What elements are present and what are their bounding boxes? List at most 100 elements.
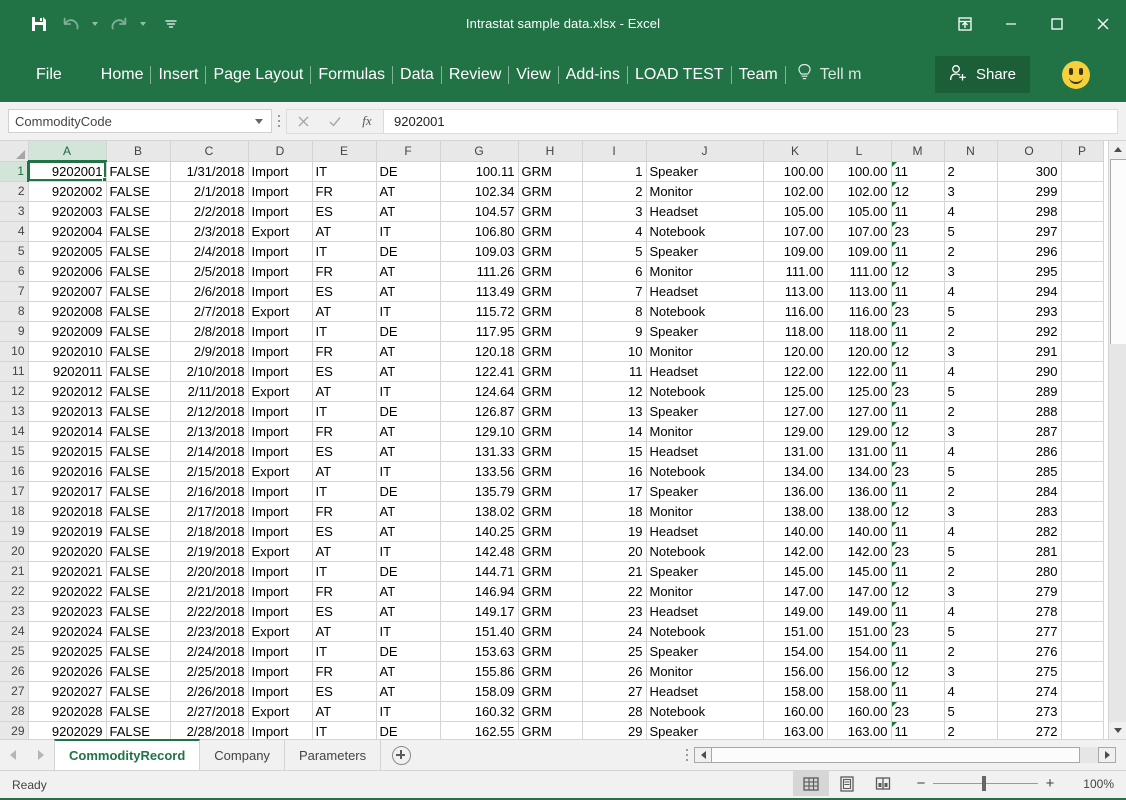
cell-O22[interactable]: 279 [997,581,1062,602]
cell-B9[interactable]: FALSE [106,321,171,342]
cell-L20[interactable]: 142.00 [827,541,892,562]
cell-N23[interactable]: 4 [944,601,998,622]
cell-L7[interactable]: 113.00 [827,281,892,302]
cell-M6[interactable]: 12 [891,261,945,282]
cell-P1[interactable] [1061,161,1104,182]
cell-J23[interactable]: Headset [646,601,764,622]
cell-P20[interactable] [1061,541,1104,562]
scroll-up-icon[interactable] [1109,141,1126,158]
cell-H28[interactable]: GRM [518,701,583,722]
insert-function-icon[interactable]: fx [351,110,383,133]
cell-A21[interactable]: 9202021 [28,561,107,582]
cell-L17[interactable]: 136.00 [827,481,892,502]
cell-G5[interactable]: 109.03 [440,241,519,262]
cell-L18[interactable]: 138.00 [827,501,892,522]
cell-P2[interactable] [1061,181,1104,202]
cell-B28[interactable]: FALSE [106,701,171,722]
row-header-29[interactable]: 29 [0,721,29,739]
cell-J10[interactable]: Monitor [646,341,764,362]
row-header-5[interactable]: 5 [0,241,29,262]
cell-N9[interactable]: 2 [944,321,998,342]
cell-M25[interactable]: 11 [891,641,945,662]
cell-D17[interactable]: Import [248,481,313,502]
cell-G13[interactable]: 126.87 [440,401,519,422]
cell-B15[interactable]: FALSE [106,441,171,462]
scroll-down-icon[interactable] [1109,722,1126,739]
cell-K19[interactable]: 140.00 [763,521,828,542]
cell-G19[interactable]: 140.25 [440,521,519,542]
column-header-n[interactable]: N [944,141,998,162]
cell-H13[interactable]: GRM [518,401,583,422]
cell-E26[interactable]: FR [312,661,377,682]
horizontal-scrollbar-track[interactable] [1080,747,1098,763]
cell-H3[interactable]: GRM [518,201,583,222]
cell-C13[interactable]: 2/12/2018 [170,401,249,422]
cell-J16[interactable]: Notebook [646,461,764,482]
cell-K22[interactable]: 147.00 [763,581,828,602]
cell-F9[interactable]: DE [376,321,441,342]
cell-F24[interactable]: IT [376,621,441,642]
cell-K26[interactable]: 156.00 [763,661,828,682]
cell-D12[interactable]: Export [248,381,313,402]
cell-A13[interactable]: 9202013 [28,401,107,422]
formula-bar-resize-grip[interactable] [272,102,286,140]
cell-F25[interactable]: DE [376,641,441,662]
cell-G4[interactable]: 106.80 [440,221,519,242]
cell-O25[interactable]: 276 [997,641,1062,662]
tab-formulas[interactable]: Formulas [311,65,392,85]
cell-F28[interactable]: IT [376,701,441,722]
cell-D4[interactable]: Export [248,221,313,242]
cell-O16[interactable]: 285 [997,461,1062,482]
cell-H18[interactable]: GRM [518,501,583,522]
cell-C8[interactable]: 2/7/2018 [170,301,249,322]
cell-N6[interactable]: 3 [944,261,998,282]
cell-M20[interactable]: 23 [891,541,945,562]
cell-H21[interactable]: GRM [518,561,583,582]
cell-P12[interactable] [1061,381,1104,402]
cell-J26[interactable]: Monitor [646,661,764,682]
cell-H25[interactable]: GRM [518,641,583,662]
cell-F20[interactable]: IT [376,541,441,562]
cell-B1[interactable]: FALSE [106,161,171,182]
cell-H17[interactable]: GRM [518,481,583,502]
cell-E28[interactable]: AT [312,701,377,722]
cell-J25[interactable]: Speaker [646,641,764,662]
cell-B6[interactable]: FALSE [106,261,171,282]
cell-P18[interactable] [1061,501,1104,522]
cell-H6[interactable]: GRM [518,261,583,282]
cell-O21[interactable]: 280 [997,561,1062,582]
cell-B4[interactable]: FALSE [106,221,171,242]
cell-F4[interactable]: IT [376,221,441,242]
cell-P28[interactable] [1061,701,1104,722]
cell-H4[interactable]: GRM [518,221,583,242]
cell-N27[interactable]: 4 [944,681,998,702]
cell-J3[interactable]: Headset [646,201,764,222]
cell-D8[interactable]: Export [248,301,313,322]
cell-N10[interactable]: 3 [944,341,998,362]
row-header-2[interactable]: 2 [0,181,29,202]
cell-A29[interactable]: 9202029 [28,721,107,739]
cell-J17[interactable]: Speaker [646,481,764,502]
formula-input[interactable]: 9202001 [383,108,1118,134]
cell-C14[interactable]: 2/13/2018 [170,421,249,442]
cell-G16[interactable]: 133.56 [440,461,519,482]
cell-H26[interactable]: GRM [518,661,583,682]
cell-M23[interactable]: 11 [891,601,945,622]
cell-C24[interactable]: 2/23/2018 [170,621,249,642]
tab-team[interactable]: Team [732,65,785,85]
cell-L26[interactable]: 156.00 [827,661,892,682]
cell-C25[interactable]: 2/24/2018 [170,641,249,662]
cell-A16[interactable]: 9202016 [28,461,107,482]
cell-N19[interactable]: 4 [944,521,998,542]
send-a-smile-feedback-icon[interactable] [1062,61,1090,89]
cell-H10[interactable]: GRM [518,341,583,362]
cell-I25[interactable]: 25 [582,641,647,662]
cell-E20[interactable]: AT [312,541,377,562]
row-header-14[interactable]: 14 [0,421,29,442]
cell-C5[interactable]: 2/4/2018 [170,241,249,262]
cell-E24[interactable]: AT [312,621,377,642]
column-header-b[interactable]: B [106,141,171,162]
cell-N5[interactable]: 2 [944,241,998,262]
cell-M9[interactable]: 11 [891,321,945,342]
cell-C23[interactable]: 2/22/2018 [170,601,249,622]
